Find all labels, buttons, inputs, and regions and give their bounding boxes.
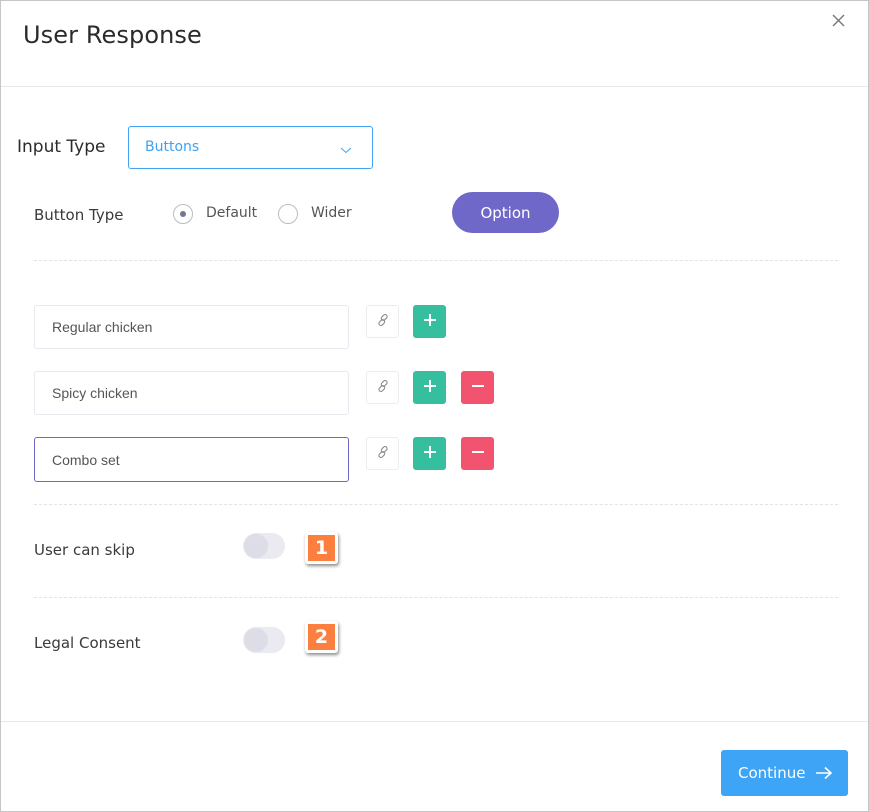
option-input-3-field[interactable]: [35, 438, 348, 481]
user-can-skip-toggle[interactable]: [243, 533, 285, 559]
footer-divider: [1, 721, 868, 722]
input-type-label: Input Type: [17, 137, 106, 157]
radio-wider[interactable]: [278, 204, 298, 224]
option-input-3[interactable]: [34, 437, 349, 482]
dialog-header: User Response: [1, 1, 868, 87]
button-type-label: Button Type: [34, 206, 124, 224]
radio-default-label: Default: [206, 205, 258, 221]
add-option-button-3[interactable]: [413, 437, 446, 470]
plus-icon: [423, 444, 437, 463]
annotation-badge-1: 1: [305, 532, 338, 564]
divider: [34, 597, 838, 598]
user-can-skip-label: User can skip: [34, 541, 135, 559]
option-input-1-field[interactable]: [35, 306, 348, 348]
continue-label: Continue: [738, 764, 806, 782]
divider: [34, 260, 838, 261]
input-type-value: Buttons: [145, 139, 200, 155]
minus-icon: [471, 378, 485, 397]
chevron-down-icon: [340, 141, 352, 154]
dialog-title: User Response: [23, 21, 202, 49]
divider: [34, 504, 838, 505]
add-option-button-2[interactable]: [413, 371, 446, 404]
plus-icon: [423, 378, 437, 397]
add-option-button-1[interactable]: [413, 305, 446, 338]
radio-wider-label: Wider: [311, 205, 352, 221]
link-button-3[interactable]: [366, 437, 399, 470]
radio-default[interactable]: [173, 204, 193, 224]
link-button-1[interactable]: [366, 305, 399, 338]
remove-option-button-3[interactable]: [461, 437, 494, 470]
link-icon: [376, 312, 390, 331]
arrow-right-icon: [815, 766, 833, 780]
option-input-2[interactable]: [34, 371, 349, 415]
minus-icon: [471, 444, 485, 463]
legal-consent-label: Legal Consent: [34, 634, 141, 652]
user-response-dialog: User Response Input Type Buttons Button …: [0, 0, 869, 812]
link-icon: [376, 378, 390, 397]
option-input-2-field[interactable]: [35, 372, 348, 414]
close-icon[interactable]: [829, 11, 849, 31]
link-icon: [376, 444, 390, 463]
link-button-2[interactable]: [366, 371, 399, 404]
plus-icon: [423, 312, 437, 331]
option-input-1[interactable]: [34, 305, 349, 349]
annotation-badge-2: 2: [305, 621, 338, 653]
remove-option-button-2[interactable]: [461, 371, 494, 404]
continue-button[interactable]: Continue: [721, 750, 848, 796]
input-type-select[interactable]: Buttons: [128, 126, 373, 169]
option-button[interactable]: Option: [452, 192, 559, 233]
legal-consent-toggle[interactable]: [243, 627, 285, 653]
